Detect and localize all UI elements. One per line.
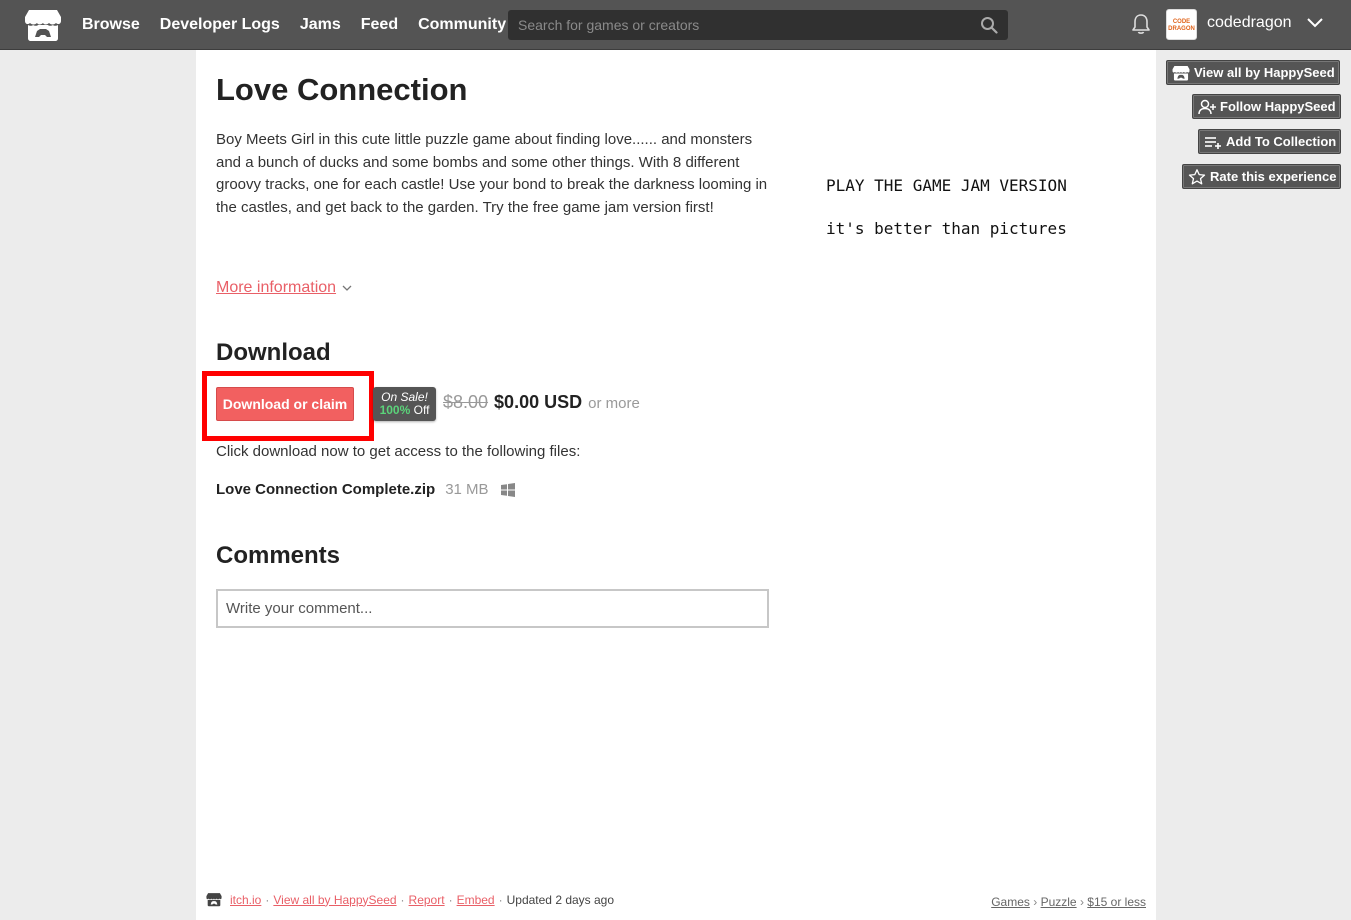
search-box [508, 10, 1008, 40]
notification-bell-icon[interactable] [1131, 13, 1151, 35]
windows-icon [500, 482, 515, 497]
comment-box [216, 589, 769, 628]
nav-community[interactable]: Community [418, 16, 506, 34]
itchio-logo-icon[interactable] [24, 8, 62, 42]
star-icon [1188, 168, 1206, 184]
nav-browse[interactable]: Browse [82, 16, 140, 34]
add-to-collection-button[interactable]: Add To Collection [1198, 129, 1342, 154]
breadcrumb-separator: › [1079, 895, 1084, 909]
footer-separator: · [400, 892, 405, 907]
footer-view-all-link[interactable]: View all by HappySeed [273, 893, 396, 907]
download-heading: Download [216, 339, 331, 366]
breadcrumb-games[interactable]: Games [991, 895, 1030, 909]
itchio-logo-icon [1172, 65, 1190, 81]
original-price: $8.00 [443, 392, 489, 412]
add-to-list-icon [1205, 136, 1221, 149]
file-size: 31 MB [445, 481, 489, 498]
breadcrumb-price[interactable]: $15 or less [1087, 895, 1146, 909]
more-information-label: More information [216, 279, 337, 296]
sale-badge: On Sale! 100% Off [373, 387, 436, 421]
promo-line-2: it's better than pictures [826, 219, 1067, 238]
view-all-by-creator-button[interactable]: View all by HappySeed [1166, 60, 1340, 85]
footer-embed-link[interactable]: Embed [457, 893, 495, 907]
sale-discount: 100% Off [373, 404, 436, 417]
footer-updated: Updated 2 days ago [506, 892, 615, 907]
view-all-label: View all by HappySeed [1194, 65, 1335, 80]
file-name: Love Connection Complete.zip [216, 481, 436, 498]
sale-percent: 100% [379, 403, 411, 417]
chevron-down-icon [342, 285, 352, 291]
footer-itchio-link[interactable]: itch.io [230, 893, 261, 907]
game-description: Boy Meets Girl in this cute little puzzl… [216, 131, 768, 216]
download-access-text: Click download now to get access to the … [216, 443, 581, 460]
nav-feed[interactable]: Feed [361, 16, 398, 34]
follow-creator-button[interactable]: Follow HappySeed [1192, 94, 1341, 119]
chevron-down-icon[interactable] [1306, 16, 1324, 30]
add-collection-label: Add To Collection [1226, 134, 1337, 149]
add-user-icon [1198, 99, 1216, 114]
search-input[interactable] [508, 10, 1008, 40]
breadcrumb-separator: › [1033, 895, 1038, 909]
sale-off: Off [413, 403, 430, 417]
itchio-logo-icon[interactable] [206, 892, 222, 907]
file-row: Love Connection Complete.zip 31 MB [216, 481, 515, 498]
promo-line-1: PLAY THE GAME JAM VERSION [826, 176, 1067, 195]
footer-separator: · [265, 892, 270, 907]
avatar-label: CODE DRAGON [1168, 19, 1195, 32]
username-label[interactable]: codedragon [1207, 14, 1292, 32]
rate-label: Rate this experience [1210, 169, 1337, 184]
or-more-label: or more [588, 395, 640, 412]
sale-price: $0.00 USD [494, 392, 583, 412]
comment-input[interactable] [218, 591, 767, 626]
search-icon[interactable] [980, 16, 998, 34]
footer-separator: · [448, 892, 453, 907]
game-page: Love Connection Boy Meets Girl in this c… [196, 50, 1156, 920]
user-avatar[interactable]: CODE DRAGON [1166, 9, 1197, 40]
footer-report-link[interactable]: Report [409, 893, 445, 907]
more-information-link[interactable]: More information [216, 279, 352, 297]
download-or-claim-button[interactable]: Download or claim [216, 387, 354, 421]
follow-label: Follow HappySeed [1220, 99, 1336, 114]
nav-jams[interactable]: Jams [300, 16, 341, 34]
nav-developer-logs[interactable]: Developer Logs [160, 16, 280, 34]
rate-experience-button[interactable]: Rate this experience [1182, 164, 1342, 189]
side-promo-text: PLAY THE GAME JAM VERSION it's better th… [826, 176, 1067, 262]
footer-links: itch.io · View all by HappySeed · Report… [206, 892, 614, 907]
footer-breadcrumb: Games › Puzzle › $15 or less [991, 895, 1146, 909]
comments-heading: Comments [216, 542, 341, 569]
main-nav: Browse Developer Logs Jams Feed Communit… [82, 0, 506, 50]
breadcrumb-puzzle[interactable]: Puzzle [1041, 895, 1077, 909]
page-footer: itch.io · View all by HappySeed · Report… [206, 892, 1146, 912]
price-row: $8.00 $0.00 USD or more [443, 392, 640, 413]
top-navigation-bar: Browse Developer Logs Jams Feed Communit… [0, 0, 1351, 50]
page-title: Love Connection [216, 72, 468, 107]
footer-separator: · [498, 892, 503, 907]
